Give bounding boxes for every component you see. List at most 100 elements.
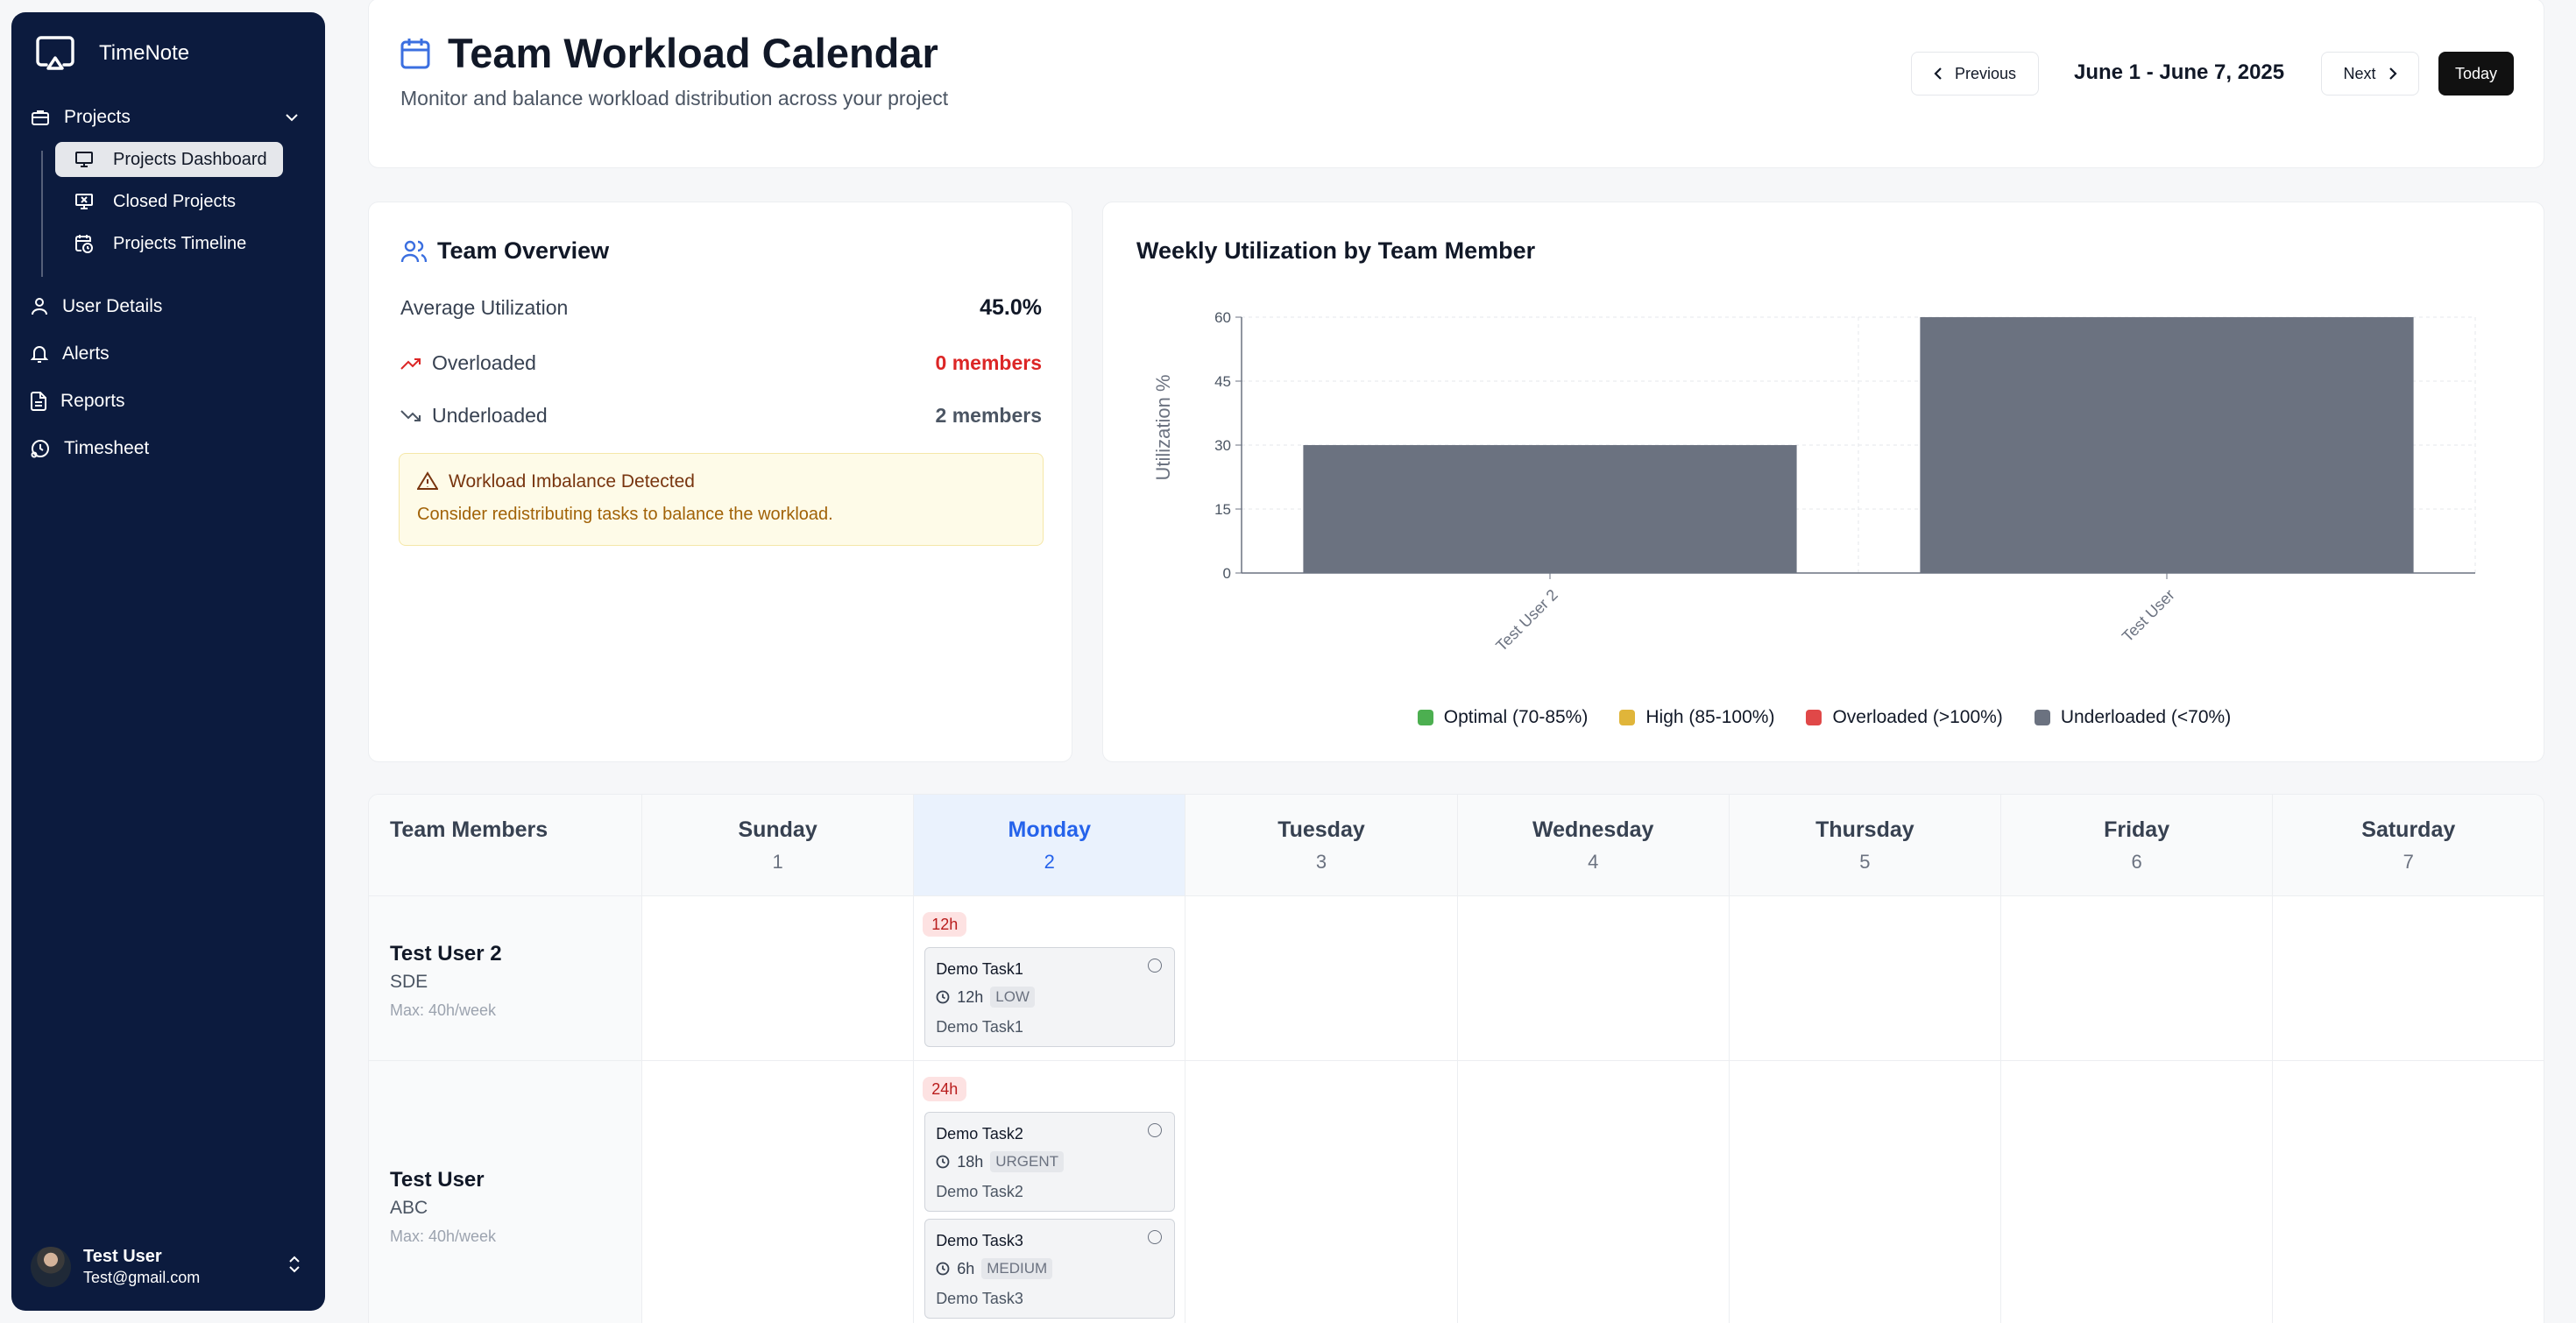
legend-label: Optimal (70-85%) xyxy=(1443,707,1589,727)
hours-badge: 12h xyxy=(923,912,967,937)
sidebar-item-projects[interactable]: Projects xyxy=(31,100,311,135)
day-cell[interactable] xyxy=(2001,896,2274,1061)
priority-badge: MEDIUM xyxy=(981,1258,1053,1279)
task-card[interactable]: Demo Task3 6h MEDIUM Demo Task3 xyxy=(924,1219,1176,1319)
member-cell: Test User ABC Max: 40h/week xyxy=(369,1061,642,1323)
underloaded-label: Underloaded xyxy=(432,404,548,427)
sidebar-item-label: Projects Timeline xyxy=(113,233,247,253)
day-cell[interactable] xyxy=(2273,896,2544,1061)
member-role: SDE xyxy=(390,972,428,992)
average-utilization-label: Average Utilization xyxy=(400,296,569,319)
day-cell[interactable] xyxy=(2001,1061,2274,1323)
chart-legend: Optimal (70-85%) High (85-100%) Overloaded… xyxy=(1103,707,2545,728)
day-cell[interactable] xyxy=(1185,1061,1458,1323)
clock-icon xyxy=(936,1262,950,1276)
day-cell[interactable] xyxy=(1730,1061,2001,1323)
bell-icon xyxy=(31,344,48,364)
underloaded-row: Underloaded 2 members xyxy=(400,404,1042,428)
workload-alert: Workload Imbalance Detected Consider red… xyxy=(399,453,1044,546)
utilization-chart-card: Weekly Utilization by Team Member Test U… xyxy=(1102,202,2544,762)
task-card[interactable]: Demo Task2 18h URGENT Demo Task2 xyxy=(924,1112,1176,1212)
overview-title: Team Overview xyxy=(437,237,610,264)
sidebar-item-label: Closed Projects xyxy=(113,191,237,211)
member-name: Test User 2 xyxy=(390,942,502,966)
day-cell[interactable] xyxy=(1185,896,1458,1061)
x-tick-label: Test User 2 xyxy=(1492,586,1561,655)
day-number: 1 xyxy=(772,851,783,873)
chevron-down-icon[interactable] xyxy=(285,113,299,122)
sidebar-item-closed-projects[interactable]: Closed Projects xyxy=(55,184,251,219)
previous-label: Previous xyxy=(1954,64,2017,82)
day-cell[interactable] xyxy=(642,1061,915,1323)
page-subtitle: Monitor and balance workload distributio… xyxy=(400,87,949,110)
task-hours: 12h xyxy=(957,987,984,1006)
task-hours: 6h xyxy=(957,1259,975,1277)
timesheet-icon xyxy=(31,439,50,458)
team-overview-card: Team Overview Average Utilization 45.0% … xyxy=(368,202,1072,762)
calendar-clock-icon xyxy=(74,234,94,253)
legend-label: High (85-100%) xyxy=(1645,707,1775,727)
legend-swatch xyxy=(1417,710,1433,725)
next-button[interactable]: Next xyxy=(2321,52,2419,96)
day-cell[interactable] xyxy=(2273,1061,2544,1323)
sidebar-item-projects-timeline[interactable]: Projects Timeline xyxy=(55,226,262,261)
brand[interactable]: TimeNote xyxy=(34,35,189,72)
average-utilization-row: Average Utilization 45.0% xyxy=(400,295,1042,321)
chevrons-up-down-icon[interactable] xyxy=(288,1255,301,1274)
underloaded-value: 2 members xyxy=(935,404,1042,427)
day-header-sunday: Sunday 1 xyxy=(642,795,915,896)
monitor-x-icon xyxy=(74,193,94,210)
x-tick-label: Test User xyxy=(2119,586,2178,646)
status-circle-icon[interactable] xyxy=(1148,1230,1163,1244)
day-cell[interactable] xyxy=(1458,1061,1730,1323)
previous-button[interactable]: Previous xyxy=(1911,52,2039,96)
legend-item: Optimal (70-85%) xyxy=(1417,707,1589,728)
sidebar: TimeNote Projects Projects Dashboard Clo… xyxy=(11,12,325,1311)
monitor-logo-icon xyxy=(34,35,76,72)
day-cell[interactable]: 12h Demo Task1 12h LOW Demo Task1 xyxy=(914,896,1186,1061)
day-cell[interactable] xyxy=(1457,896,1730,1061)
status-circle-icon[interactable] xyxy=(1148,1123,1163,1137)
sidebar-item-alerts[interactable]: Alerts xyxy=(31,336,110,371)
sidebar-item-label: Projects xyxy=(64,107,131,127)
average-utilization-value: 45.0% xyxy=(980,295,1042,320)
task-card[interactable]: Demo Task1 12h LOW Demo Task1 xyxy=(924,947,1176,1047)
day-name: Monday xyxy=(1008,817,1091,842)
day-header-tuesday: Tuesday 3 xyxy=(1185,795,1458,896)
y-tick-label: 45 xyxy=(1214,373,1231,390)
status-circle-icon[interactable] xyxy=(1148,959,1163,973)
task-hours: 18h xyxy=(957,1152,984,1171)
legend-item: High (85-100%) xyxy=(1619,707,1774,728)
sidebar-item-label: Timesheet xyxy=(64,438,150,458)
sidebar-item-reports[interactable]: Reports xyxy=(31,384,125,419)
day-cell[interactable]: 24h Demo Task2 18h URGENT Demo Task2 Demo Tas… xyxy=(914,1061,1186,1323)
task-name: Demo Task1 xyxy=(936,960,1023,978)
day-number: 3 xyxy=(1315,851,1327,873)
alert-text: Consider redistributing tasks to balance… xyxy=(417,505,833,524)
task-name: Demo Task2 xyxy=(936,1125,1023,1143)
member-role: ABC xyxy=(390,1198,428,1218)
today-button[interactable]: Today xyxy=(2438,52,2514,96)
task-meta: 18h URGENT xyxy=(936,1151,1065,1172)
day-header-thursday: Thursday 5 xyxy=(1729,795,2001,896)
trending-down-icon xyxy=(400,409,421,423)
day-cell[interactable] xyxy=(642,896,915,1061)
legend-swatch xyxy=(1619,710,1636,725)
day-name: Sunday xyxy=(738,817,817,842)
sidebar-item-timesheet[interactable]: Timesheet xyxy=(31,431,149,466)
briefcase-icon xyxy=(31,109,50,126)
user-menu[interactable]: Test User Test@gmail.com xyxy=(31,1242,308,1291)
warning-icon xyxy=(417,471,438,491)
utilization-bar-chart: Test User 2 Test User 0 15 30 45 60 Utilization… xyxy=(1152,309,2476,655)
next-label: Next xyxy=(2343,64,2376,82)
bar-test-user-2 xyxy=(1303,445,1797,573)
sidebar-item-user-details[interactable]: User Details xyxy=(31,289,162,324)
member-max-hours: Max: 40h/week xyxy=(390,1227,497,1245)
task-meta: 6h MEDIUM xyxy=(936,1258,1053,1279)
day-cell[interactable] xyxy=(1729,896,2001,1061)
day-name: Saturday xyxy=(2361,817,2456,842)
sidebar-item-projects-dashboard[interactable]: Projects Dashboard xyxy=(55,142,283,177)
day-header-monday: Monday 2 xyxy=(914,795,1186,896)
priority-badge: URGENT xyxy=(990,1151,1065,1172)
avatar xyxy=(31,1247,71,1287)
